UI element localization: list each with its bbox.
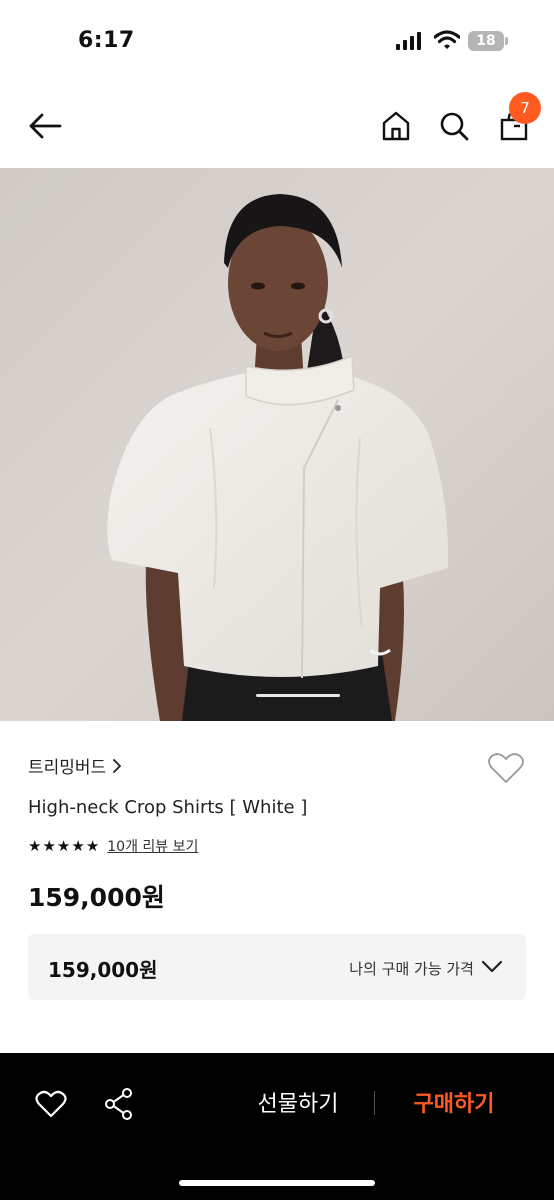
star-icon: ★: [71, 837, 85, 855]
back-button[interactable]: [24, 106, 66, 146]
carousel-indicator: [256, 694, 340, 697]
battery-icon: 18: [468, 31, 508, 51]
bottom-action-bar: 선물하기 구매하기: [0, 1053, 554, 1200]
star-icon: ★: [56, 837, 71, 855]
search-icon: [440, 112, 469, 141]
product-price: 159,000원: [28, 883, 165, 912]
button-divider: [374, 1091, 375, 1115]
wishlist-button[interactable]: [484, 748, 528, 788]
bottom-wishlist-button[interactable]: [30, 1083, 72, 1125]
product-photo: [0, 168, 554, 721]
home-icon: [382, 111, 410, 141]
chevron-down-icon: [480, 956, 504, 978]
buy-button[interactable]: 구매하기: [396, 1083, 512, 1125]
status-bar: 6:17 18: [0, 0, 554, 80]
my-price-label: 나의 구매 가능 가격: [349, 960, 474, 978]
brand-link[interactable]: 트리밍버드: [28, 753, 122, 778]
rating-row: ★ ★ ★ ★ ★ 10개 리뷰 보기: [28, 836, 198, 856]
cart-count-badge: 7: [509, 92, 541, 124]
product-image[interactable]: [0, 168, 554, 721]
signal-icon: [396, 32, 421, 50]
back-arrow-icon: [29, 113, 62, 139]
star-icon: ★: [28, 837, 42, 855]
share-button[interactable]: [98, 1083, 140, 1125]
status-time: 6:17: [78, 28, 135, 53]
my-price-dropdown[interactable]: 159,000원 나의 구매 가능 가격: [28, 934, 526, 1000]
heart-icon: [488, 753, 524, 783]
my-price-value: 159,000원: [48, 958, 158, 982]
star-icon: ★: [42, 837, 56, 855]
home-indicator: [179, 1180, 375, 1186]
star-icon: ★: [85, 837, 100, 855]
wifi-icon: [434, 30, 460, 49]
share-icon: [105, 1088, 132, 1120]
home-button[interactable]: [376, 106, 416, 146]
chevron-right-icon: [113, 758, 122, 773]
heart-icon: [35, 1090, 67, 1118]
header: [0, 84, 554, 168]
search-button[interactable]: [434, 106, 474, 146]
gift-button[interactable]: 선물하기: [238, 1083, 358, 1125]
product-name: High-neck Crop Shirts [ White ]: [28, 797, 308, 818]
rating-stars: ★ ★ ★ ★ ★: [28, 837, 99, 855]
review-link[interactable]: 10개 리뷰 보기: [107, 836, 198, 856]
battery-level: 18: [476, 33, 496, 49]
brand-name: 트리밍버드: [28, 758, 107, 778]
